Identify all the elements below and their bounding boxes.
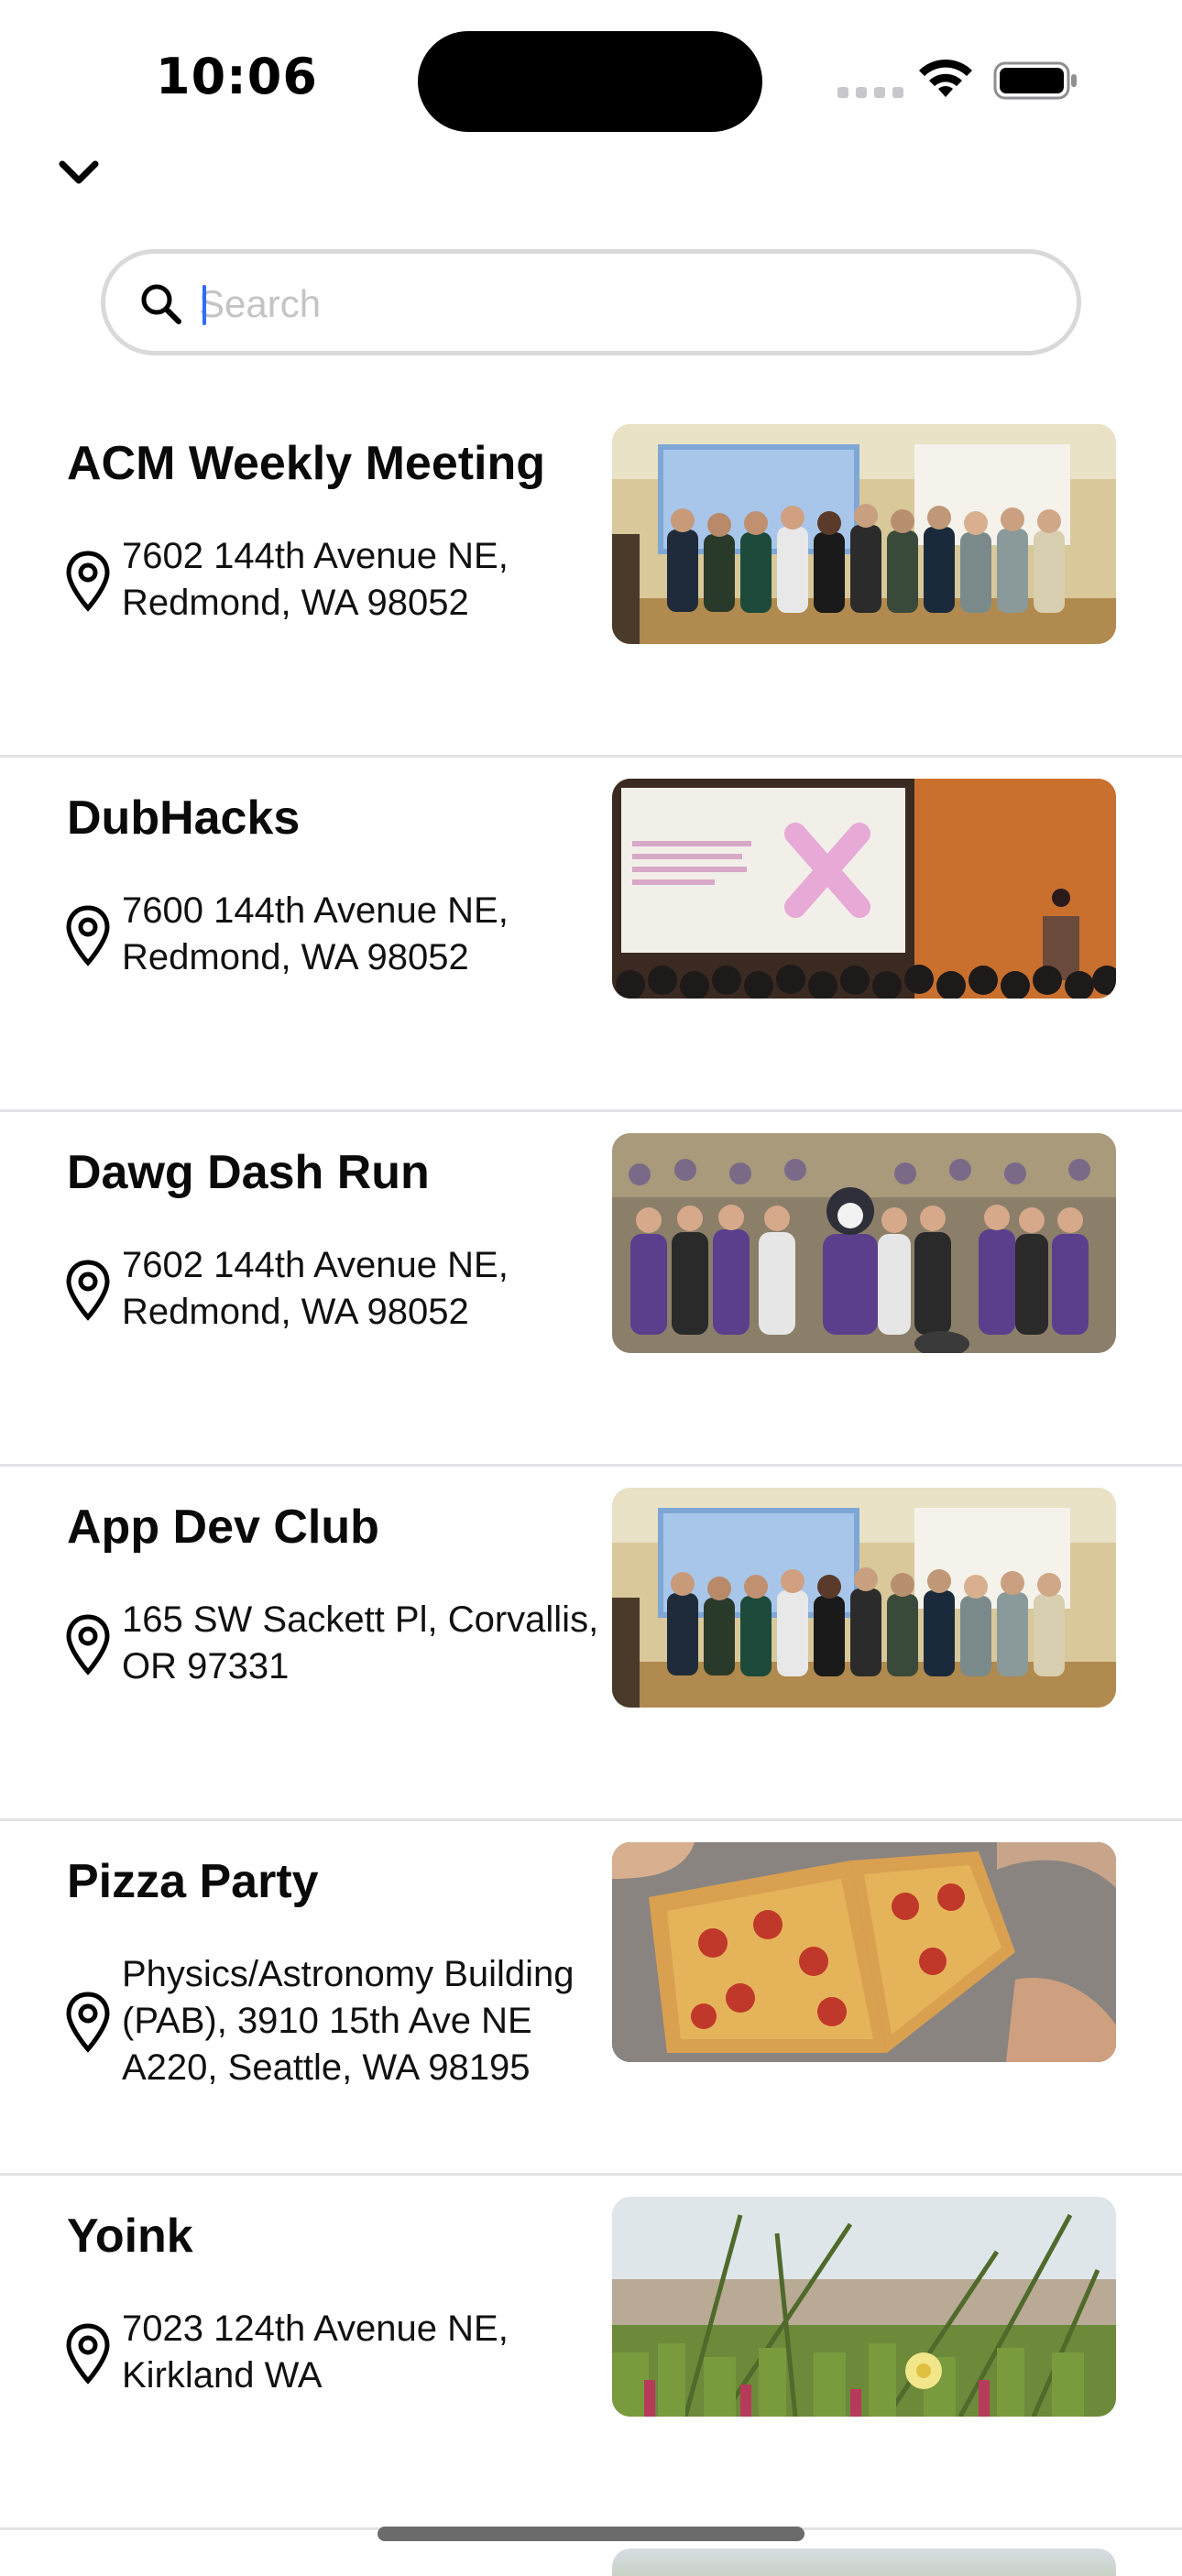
event-address: Physics/Astronomy Building (PAB), 3910 1… (122, 1954, 575, 2088)
event-image-crowd (612, 1133, 1116, 1353)
collapse-button[interactable] (51, 150, 106, 196)
event-address: 7602 144th Avenue NE, Redmond, WA 98052 (122, 536, 509, 623)
status-bar: 10:06 (0, 0, 1182, 156)
location-pin-icon (66, 905, 110, 966)
dynamic-island (418, 31, 762, 132)
event-title: ACM Weekly Meeting (67, 437, 546, 490)
chevron-down-icon (59, 160, 99, 184)
event-image-group-photo (612, 424, 1116, 644)
battery-icon (993, 61, 1077, 100)
event-address: 7602 144th Avenue NE, Redmond, WA 98052 (122, 1245, 509, 1332)
search-icon (141, 284, 181, 324)
event-title: App Dev Club (67, 1501, 379, 1554)
event-title: DubHacks (67, 791, 301, 845)
search-bar[interactable] (101, 249, 1081, 355)
wifi-icon (919, 59, 972, 97)
event-image-group-photo (612, 1488, 1116, 1708)
event-image-presentation (612, 779, 1116, 999)
location-pin-icon (66, 1614, 110, 1675)
home-indicator[interactable] (378, 2527, 804, 2541)
event-list: ACM Weekly Meeting 7602 144th Avenue NE,… (0, 403, 1182, 2530)
next-event-image-peek (612, 2549, 1116, 2576)
event-address: 7600 144th Avenue NE, Redmond, WA 98052 (122, 890, 509, 977)
location-pin-icon (66, 551, 110, 612)
location-pin-icon (66, 1992, 110, 2053)
event-title: Yoink (67, 2210, 193, 2263)
event-card[interactable]: App Dev Club 165 SW Sackett Pl, Corvalli… (0, 1467, 1182, 1821)
event-title: Dawg Dash Run (67, 1146, 430, 1199)
event-title: Pizza Party (67, 1855, 319, 1908)
search-input[interactable] (197, 270, 1025, 338)
cellular-signal-icon (837, 87, 903, 98)
event-image-pizza (612, 1842, 1116, 2062)
event-card[interactable]: DubHacks 7600 144th Avenue NE, Redmond, … (0, 758, 1182, 1112)
event-card[interactable]: ACM Weekly Meeting 7602 144th Avenue NE,… (0, 403, 1182, 758)
event-address: 165 SW Sackett Pl, Corvallis, OR 97331 (122, 1599, 599, 1686)
location-pin-icon (66, 1260, 110, 1321)
event-card[interactable]: Yoink 7023 124th Avenue NE, Kirkland WA (0, 2176, 1182, 2530)
status-time: 10:06 (156, 48, 318, 105)
event-card[interactable]: Pizza Party Physics/Astronomy Building (… (0, 1821, 1182, 2176)
text-cursor (202, 285, 206, 325)
event-address: 7023 124th Avenue NE, Kirkland WA (122, 2309, 509, 2396)
event-card[interactable]: Dawg Dash Run 7602 144th Avenue NE, Redm… (0, 1112, 1182, 1467)
event-image-coastal-plants (612, 2197, 1116, 2417)
location-pin-icon (66, 2323, 110, 2385)
